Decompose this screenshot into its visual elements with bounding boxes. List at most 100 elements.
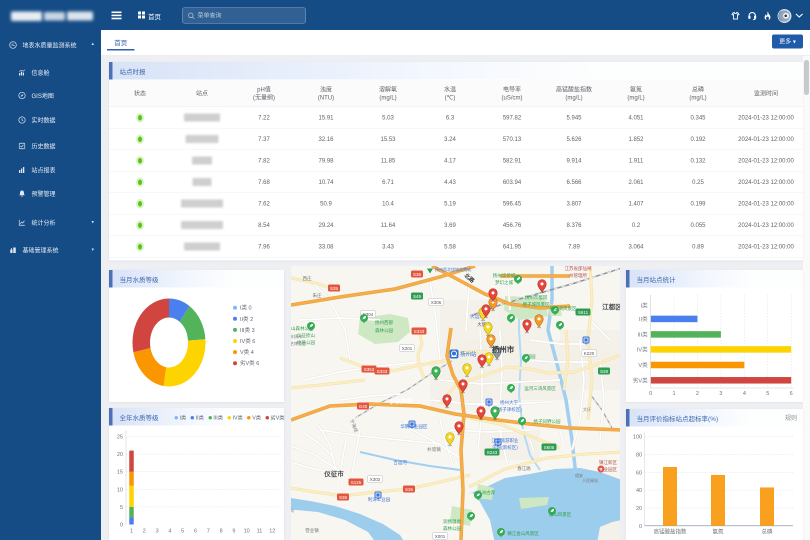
svg-text:G40: G40 [359,404,368,409]
svg-text:II类: II类 [639,315,648,323]
svg-text:X302: X302 [370,477,381,482]
svg-text:扬州站: 扬州站 [460,350,477,358]
svg-text:S49: S49 [413,294,422,299]
svg-text:0: 0 [639,524,642,530]
svg-text:学院(新校区): 学院(新校区) [492,444,518,451]
svg-text:扬州大学: 扬州大学 [500,399,518,406]
svg-text:江都区: 江都区 [602,302,620,311]
svg-text:5: 5 [181,529,184,535]
svg-text:S605: S605 [544,445,555,450]
svg-text:大圩: 大圩 [583,406,591,412]
svg-text:S125: S125 [351,480,362,485]
svg-text:西庄: 西庄 [303,275,312,282]
svg-text:3: 3 [719,391,722,397]
svg-text:V类: V类 [638,361,648,369]
svg-text:S611: S611 [578,310,589,315]
svg-text:森林公园: 森林公园 [443,525,461,532]
svg-text:6: 6 [194,529,197,535]
svg-text:2: 2 [143,529,146,535]
svg-text:人民闸站: 人民闸站 [582,477,598,483]
svg-text:11: 11 [257,529,263,535]
svg-text:茱萸湾风景区: 茱萸湾风景区 [550,305,577,312]
svg-text:州管理所: 州管理所 [569,272,587,279]
svg-text:15: 15 [117,470,123,476]
svg-text:扬子同野公园: 扬子同野公园 [534,418,561,425]
svg-text:镇江新区: 镇江新区 [599,459,617,466]
svg-text:10: 10 [244,529,250,535]
svg-text:前家沟: 前家沟 [291,507,294,513]
svg-text:0: 0 [649,391,652,397]
svg-text:100: 100 [633,435,642,441]
svg-text:(扬子津校区): (扬子津校区) [496,406,522,413]
svg-text:唐子城风景区: 唐子城风景区 [523,301,550,308]
svg-text:仪征市: 仪征市 [323,469,344,478]
svg-text:高锰酸盐指数: 高锰酸盐指数 [653,527,687,535]
svg-text:IV类 6: IV类 6 [240,337,255,345]
svg-text:2: 2 [696,391,699,397]
svg-text:3: 3 [156,529,159,535]
svg-text:V类 4: V类 4 [240,348,254,356]
svg-text:S333: S333 [377,369,388,374]
svg-text:4: 4 [168,529,171,535]
svg-text:利涛工业园: 利涛工业园 [368,496,391,503]
svg-text:何园: 何园 [527,353,536,360]
svg-text:40: 40 [636,488,642,494]
svg-text:25: 25 [117,435,123,441]
svg-text:20: 20 [117,452,123,458]
svg-text:S35: S35 [330,286,339,291]
svg-text:营业镇: 营业镇 [305,527,319,534]
svg-text:运河三湾风景区: 运河三湾风景区 [524,385,556,392]
svg-text:7: 7 [207,529,210,535]
svg-text:S36: S36 [405,487,414,492]
svg-text:1: 1 [673,391,676,397]
svg-text:IV类: IV类 [637,345,648,353]
svg-text:劣V类 6: 劣V类 6 [240,359,259,367]
svg-text:K220: K220 [584,351,595,356]
svg-text:S243: S243 [487,450,498,455]
svg-text:氨氮: 氨氮 [712,527,724,535]
svg-text:5: 5 [766,391,769,397]
svg-text:4: 4 [743,391,746,397]
svg-text:扬州西部: 扬州西部 [375,319,393,326]
svg-text:6: 6 [790,391,793,397]
svg-text:60: 60 [636,470,642,476]
svg-text:III类: III类 [638,330,649,338]
svg-text:5: 5 [120,505,123,511]
svg-text:梦幻之城: 梦幻之城 [495,279,513,286]
svg-text:镇江金山风景区: 镇江金山风景区 [507,530,539,537]
svg-text:S36: S36 [339,495,348,500]
svg-text:铜山森林公园: 铜山森林公园 [291,325,314,332]
svg-text:华腾工业园区: 华腾工业园区 [401,423,428,430]
svg-text:1: 1 [130,529,133,535]
svg-text:I类: I类 [641,301,649,309]
svg-text:朱庄: 朱庄 [313,292,322,299]
svg-text:江苏旅游职业: 江苏旅游职业 [492,437,519,444]
svg-text:X306: X306 [431,300,442,305]
svg-text:12: 12 [269,529,275,535]
svg-text:S353: S353 [364,367,375,372]
svg-text:园艺博览会: 园艺博览会 [291,340,306,346]
svg-text:产业园区: 产业园区 [599,466,617,473]
svg-text:X201: X201 [402,346,413,351]
svg-text:丰扬州: 丰扬州 [291,333,302,339]
svg-text:焦山风景区: 焦山风景区 [549,511,572,518]
svg-text:80: 80 [636,452,642,458]
svg-text:X001: X001 [435,534,446,539]
svg-text:吉运河: 吉运河 [393,459,407,466]
svg-text:20: 20 [636,506,642,512]
svg-text:III类 3: III类 3 [240,326,255,334]
svg-text:扬州市: 扬州市 [492,344,515,354]
svg-text:S36: S36 [413,272,422,277]
svg-text:S28: S28 [600,369,609,374]
svg-text:朴席镇: 朴席镇 [427,446,441,453]
svg-text:瓜洲古渡: 瓜洲古渡 [477,489,495,496]
svg-text:扬州市蜀冈: 扬州市蜀冈 [525,294,548,301]
svg-text:劣V类: 劣V类 [633,376,648,384]
svg-text:润扬湿地: 润扬湿地 [443,518,461,525]
svg-text:9: 9 [232,529,235,535]
svg-text:春江路: 春江路 [517,465,531,472]
svg-text:10: 10 [117,487,123,493]
svg-text:扬州西北绕城收费站: 扬州西北绕城收费站 [435,266,471,272]
svg-text:8: 8 [220,529,223,535]
svg-text:S333: S333 [414,329,425,334]
